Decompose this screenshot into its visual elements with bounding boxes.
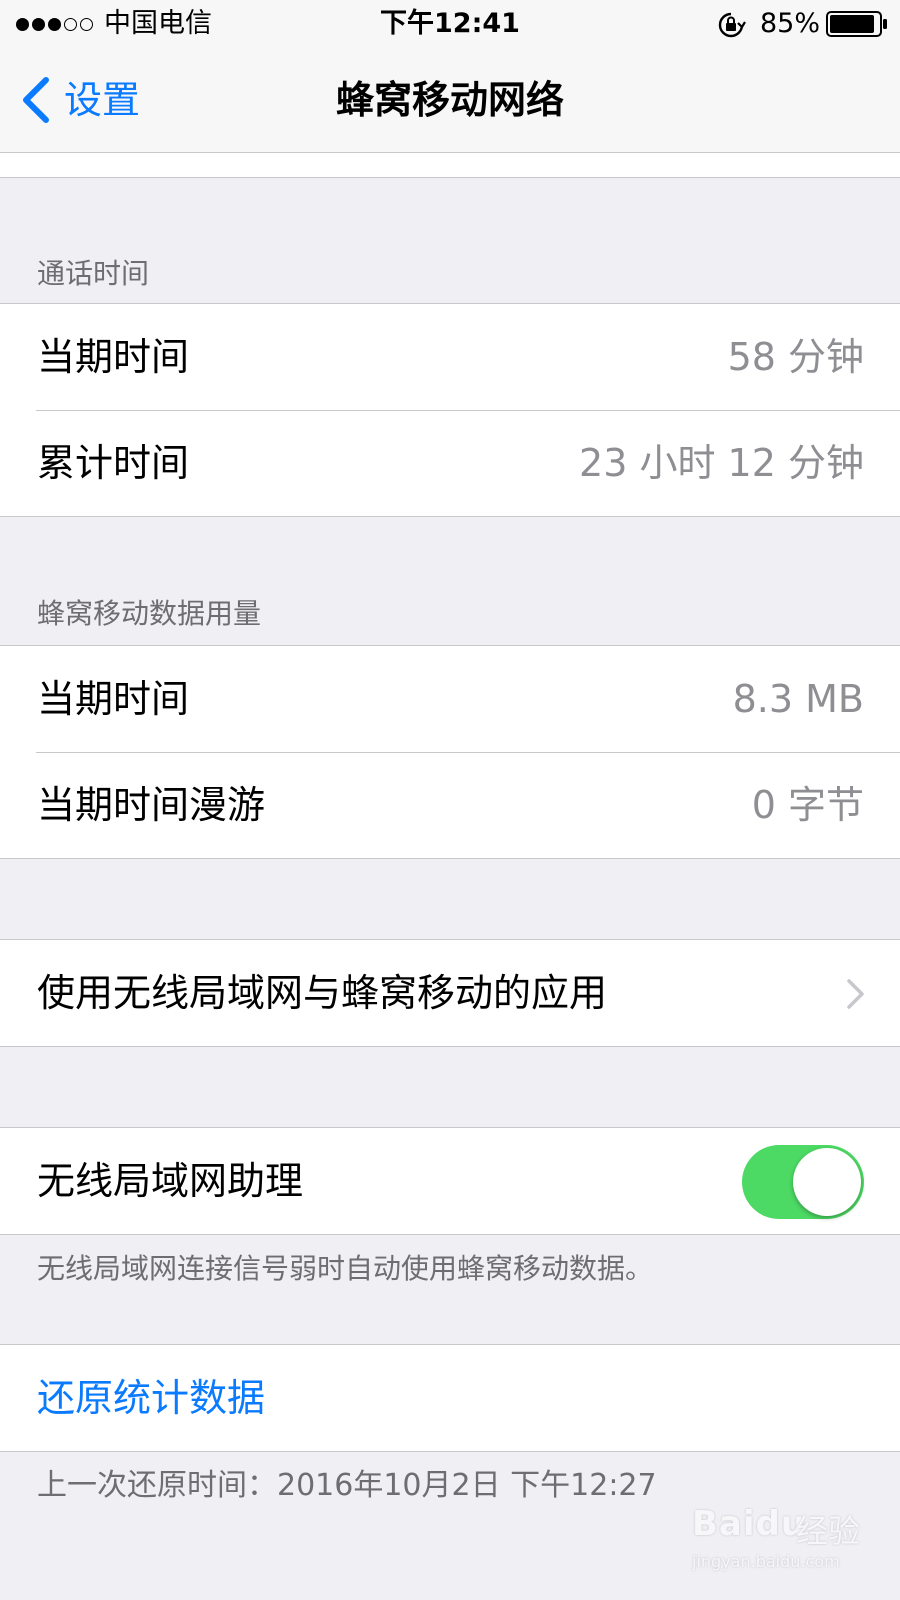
wifi-assist-row: 无线局域网助理: [0, 1128, 900, 1234]
battery-percentage: 85%: [760, 8, 821, 39]
row-value: 23 小时 12 分钟: [579, 441, 864, 485]
section-header-call-time: 通话时间: [37, 257, 150, 290]
watermark-brand-cn: 经验: [796, 1512, 861, 1550]
row-value: 0 字节: [751, 783, 864, 827]
apps-using-wlan-cellular-row[interactable]: 使用无线局域网与蜂窝移动的应用: [0, 940, 900, 1046]
section-header-cellular-data: 蜂窝移动数据用量: [37, 597, 262, 630]
previous-group-edge: [0, 153, 900, 178]
list-item: 当期时间 58 分钟: [0, 304, 900, 410]
wifi-assist-description: 无线局域网连接信号弱时自动使用蜂窝移动数据。: [37, 1252, 654, 1285]
row-label: 累计时间: [37, 441, 190, 485]
reset-statistics-button[interactable]: 还原统计数据: [0, 1345, 900, 1451]
battery-icon: [826, 11, 887, 37]
row-label: 使用无线局域网与蜂窝移动的应用: [37, 971, 608, 1015]
row-label: 当期时间: [37, 335, 190, 379]
status-bar: 中国电信 下午12:41 85%: [0, 0, 900, 48]
rotation-lock-icon: [718, 12, 746, 38]
last-reset-time: 上一次还原时间：2016年10月2日 下午12:27: [37, 1468, 657, 1503]
row-label: 当期时间漫游: [37, 783, 266, 827]
watermark-brand: Baidu: [692, 1504, 807, 1544]
watermark-url: jingyan.baidu.com: [692, 1552, 840, 1571]
apps-group: 使用无线局域网与蜂窝移动的应用: [0, 939, 900, 1047]
row-label: 当期时间: [37, 677, 190, 721]
page-title: 蜂窝移动网络: [335, 78, 564, 122]
row-label: 无线局域网助理: [37, 1159, 304, 1203]
wifi-assist-group: 无线局域网助理: [0, 1127, 900, 1235]
reset-statistics-label: 还原统计数据: [37, 1376, 266, 1420]
list-item: 当期时间 8.3 MB: [0, 646, 900, 752]
chevron-right-icon: [847, 979, 864, 1009]
list-item: 累计时间 23 小时 12 分钟: [0, 410, 900, 516]
baidu-watermark: Baidu 经验 jingyan.baidu.com: [688, 1496, 888, 1580]
navigation-bar: 设置 蜂窝移动网络: [0, 48, 900, 153]
list-item: 当期时间漫游 0 字节: [0, 752, 900, 858]
row-value: 58 分钟: [727, 335, 864, 379]
wifi-assist-toggle[interactable]: [742, 1145, 864, 1219]
call-time-group: 当期时间 58 分钟 累计时间 23 小时 12 分钟: [0, 303, 900, 517]
cellular-data-group: 当期时间 8.3 MB 当期时间漫游 0 字节: [0, 645, 900, 859]
row-value: 8.3 MB: [732, 677, 864, 721]
reset-group: 还原统计数据: [0, 1344, 900, 1452]
toggle-knob: [793, 1148, 861, 1216]
